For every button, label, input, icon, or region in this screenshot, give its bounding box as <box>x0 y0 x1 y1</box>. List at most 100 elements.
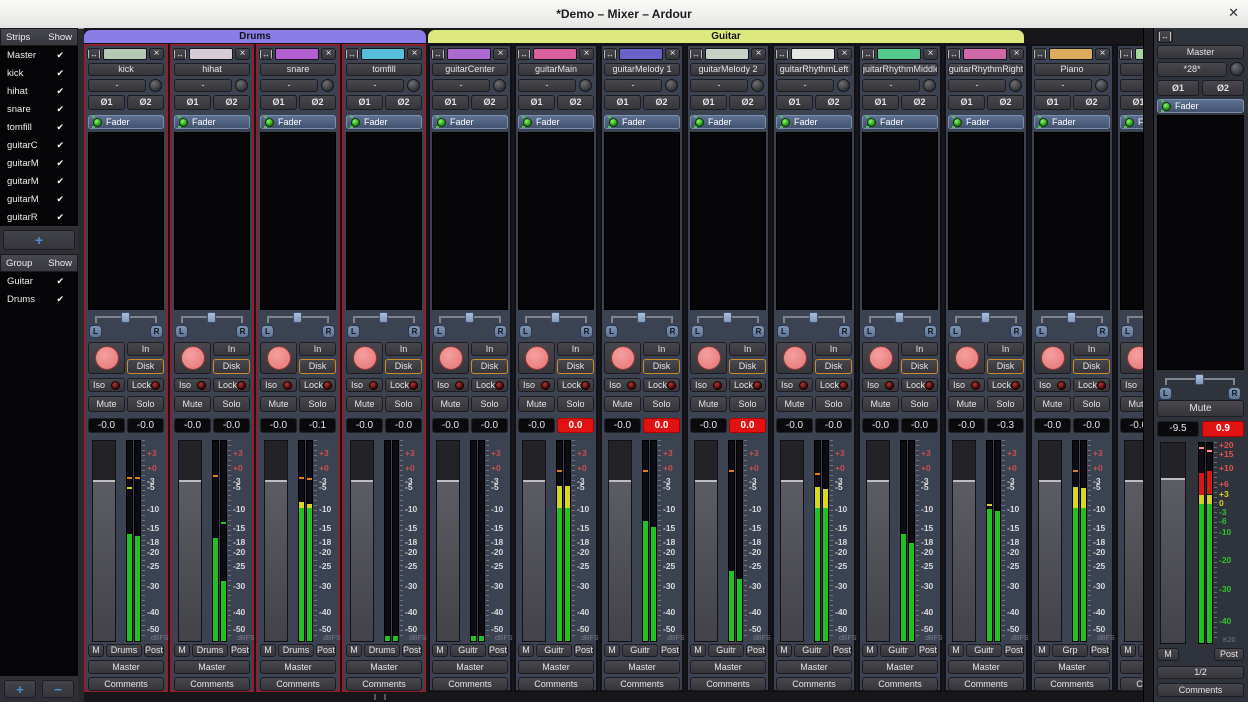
monitor-input-button[interactable]: In <box>471 342 508 356</box>
strip-color-bar[interactable] <box>447 48 491 60</box>
solo-isolate-button[interactable]: Iso <box>346 378 383 392</box>
mute-button[interactable]: Mute <box>690 396 727 412</box>
master-output-button[interactable]: *28* <box>1157 62 1227 77</box>
hide-strip-button[interactable]: × <box>407 48 422 60</box>
mute-button[interactable]: Mute <box>518 396 555 412</box>
metering-point-button[interactable]: M <box>776 644 792 657</box>
comments-button[interactable]: Comments <box>776 677 852 691</box>
hide-strip-button[interactable]: × <box>665 48 680 60</box>
pan-handle[interactable] <box>809 312 818 323</box>
phase-invert-2-button[interactable]: Ø2 <box>815 95 852 110</box>
solo-isolate-button[interactable]: Iso <box>604 378 641 392</box>
gain-display[interactable]: -0.0 <box>776 418 813 433</box>
monitor-input-button[interactable]: In <box>901 342 938 356</box>
phase-invert-1-button[interactable]: Ø1 <box>174 95 211 110</box>
meter-bar-left[interactable] <box>1072 440 1079 642</box>
remove-group-button[interactable]: − <box>42 680 74 698</box>
solo-isolate-button[interactable]: Iso <box>260 378 297 392</box>
hide-strip-button[interactable]: × <box>837 48 852 60</box>
input-routing-button[interactable]: - <box>1120 79 1143 92</box>
solo-isolate-button[interactable]: Iso <box>432 378 469 392</box>
pan-handle[interactable] <box>1195 374 1204 385</box>
metering-point-button[interactable]: M <box>346 644 362 657</box>
fader-handle-icon[interactable] <box>953 480 975 482</box>
solo-lock-button[interactable]: Lock <box>1073 378 1110 392</box>
processor-box[interactable] <box>604 132 680 310</box>
processor-box[interactable] <box>518 132 594 310</box>
strip-width-toggle-button[interactable]: ↔ <box>603 48 617 60</box>
processor-fader-entry[interactable]: Fader <box>1034 115 1110 129</box>
phase-invert-1-button[interactable]: Ø1 <box>604 95 641 110</box>
mute-button[interactable]: Mute <box>862 396 899 412</box>
fader-handle-icon[interactable] <box>1125 480 1143 482</box>
hide-strip-button[interactable]: × <box>579 48 594 60</box>
meter-tap-button[interactable]: Post <box>1090 644 1110 657</box>
gain-display[interactable]: -0.0 <box>1034 418 1071 433</box>
group-button[interactable]: Guitr <box>880 644 916 657</box>
group-button[interactable]: Guitr <box>708 644 744 657</box>
hide-strip-button[interactable]: × <box>923 48 938 60</box>
strip-color-bar[interactable] <box>103 48 147 60</box>
hide-strip-button[interactable]: × <box>149 48 164 60</box>
monitor-input-button[interactable]: In <box>557 342 594 356</box>
checkmark-icon[interactable]: ✔ <box>56 176 64 187</box>
output-button[interactable]: Master <box>690 660 766 674</box>
trim-knob[interactable] <box>923 79 936 92</box>
monitor-input-button[interactable]: In <box>127 342 164 356</box>
strip-name-button[interactable]: Piano <box>1034 63 1110 76</box>
trim-knob[interactable] <box>837 79 850 92</box>
processor-box[interactable] <box>260 132 336 310</box>
gain-display[interactable]: -0.0 <box>518 418 555 433</box>
phase-invert-1-button[interactable]: Ø1 <box>346 95 383 110</box>
phase-invert-1-button[interactable]: Ø1 <box>690 95 727 110</box>
strip-width-toggle-button[interactable]: ↔ <box>87 48 101 60</box>
solo-button[interactable]: Solo <box>127 396 164 412</box>
fader-active-led[interactable] <box>867 118 876 127</box>
meter-bar-left[interactable] <box>1198 442 1205 644</box>
pan-handle[interactable] <box>1067 312 1076 323</box>
trim-knob[interactable] <box>665 79 678 92</box>
processor-fader-entry[interactable]: Fader <box>346 115 422 129</box>
metering-point-button[interactable]: M <box>690 644 706 657</box>
gain-fader[interactable] <box>866 440 890 642</box>
input-routing-button[interactable]: - <box>346 79 404 92</box>
gain-fader[interactable] <box>92 440 116 642</box>
fader-active-led[interactable] <box>1162 102 1171 111</box>
processor-box[interactable] <box>862 132 938 310</box>
comments-button[interactable]: Comments <box>604 677 680 691</box>
strip-width-toggle-button[interactable]: ↔ <box>689 48 703 60</box>
peak-display[interactable]: -0.0 <box>127 418 164 433</box>
hide-strip-button[interactable]: × <box>1095 48 1110 60</box>
meter-tap-button[interactable]: Post <box>918 644 938 657</box>
gain-fader[interactable] <box>1038 440 1062 642</box>
strip-color-bar[interactable] <box>791 48 835 60</box>
solo-button[interactable]: Solo <box>471 396 508 412</box>
monitor-input-button[interactable]: In <box>815 342 852 356</box>
monitor-input-button[interactable]: In <box>729 342 766 356</box>
group-button[interactable]: Guitr <box>622 644 658 657</box>
comments-button[interactable]: Comments <box>174 677 250 691</box>
fader-handle-icon[interactable] <box>179 480 201 482</box>
record-arm-button[interactable] <box>604 342 641 374</box>
record-arm-button[interactable] <box>346 342 383 374</box>
monitor-disk-button[interactable]: Disk <box>1073 359 1110 374</box>
sidebar-strip-row[interactable]: guitarR✔ <box>0 208 78 226</box>
phase-invert-2-button[interactable]: Ø2 <box>729 95 766 110</box>
input-routing-button[interactable]: - <box>88 79 146 92</box>
peak-display[interactable]: 0.0 <box>643 418 680 433</box>
monitor-disk-button[interactable]: Disk <box>385 359 422 374</box>
phase-invert-2-button[interactable]: Ø2 <box>557 95 594 110</box>
mute-button[interactable]: Mute <box>174 396 211 412</box>
sidebar-strip-row[interactable]: guitarC✔ <box>0 136 78 154</box>
meter-bar-left[interactable] <box>212 440 219 642</box>
checkmark-icon[interactable]: ✔ <box>56 276 64 287</box>
meter-tap-button[interactable]: Post <box>660 644 680 657</box>
gain-fader[interactable] <box>264 440 288 642</box>
meter-bar-right[interactable] <box>1080 440 1087 642</box>
solo-lock-button[interactable]: Lock <box>643 378 680 392</box>
meter-bar-right[interactable] <box>650 440 657 642</box>
metering-point-button[interactable]: M <box>862 644 878 657</box>
phase-invert-2-button[interactable]: Ø2 <box>901 95 938 110</box>
pan-handle[interactable] <box>207 312 216 323</box>
fader-active-led[interactable] <box>93 118 102 127</box>
